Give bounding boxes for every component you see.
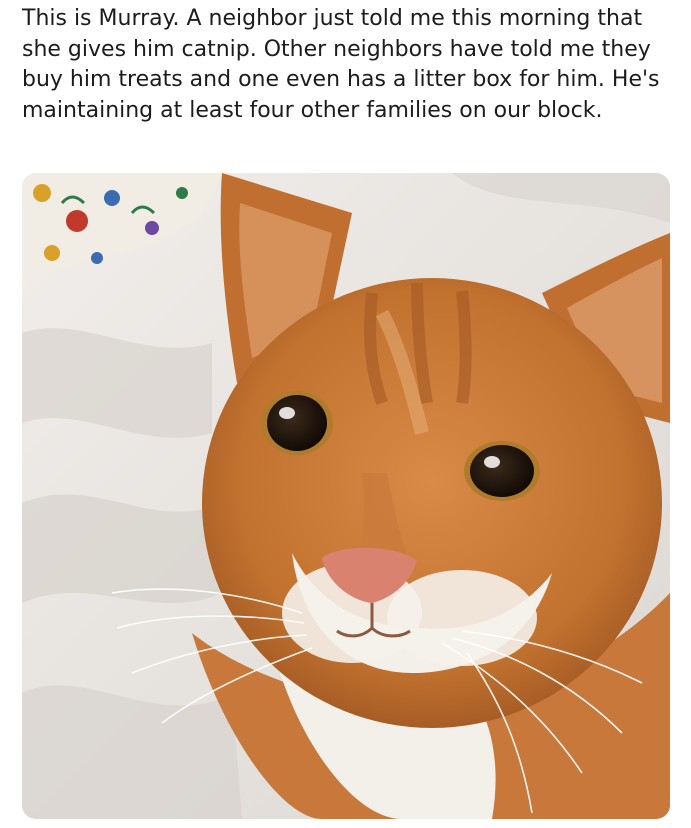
cat-right-eye	[464, 441, 540, 501]
cat-photo	[22, 173, 670, 819]
cat-illustration	[22, 173, 670, 819]
cat-left-eye	[261, 391, 333, 455]
blanket-fold	[22, 685, 242, 819]
post-text: This is Murray. A neighbor just told me …	[22, 6, 660, 123]
